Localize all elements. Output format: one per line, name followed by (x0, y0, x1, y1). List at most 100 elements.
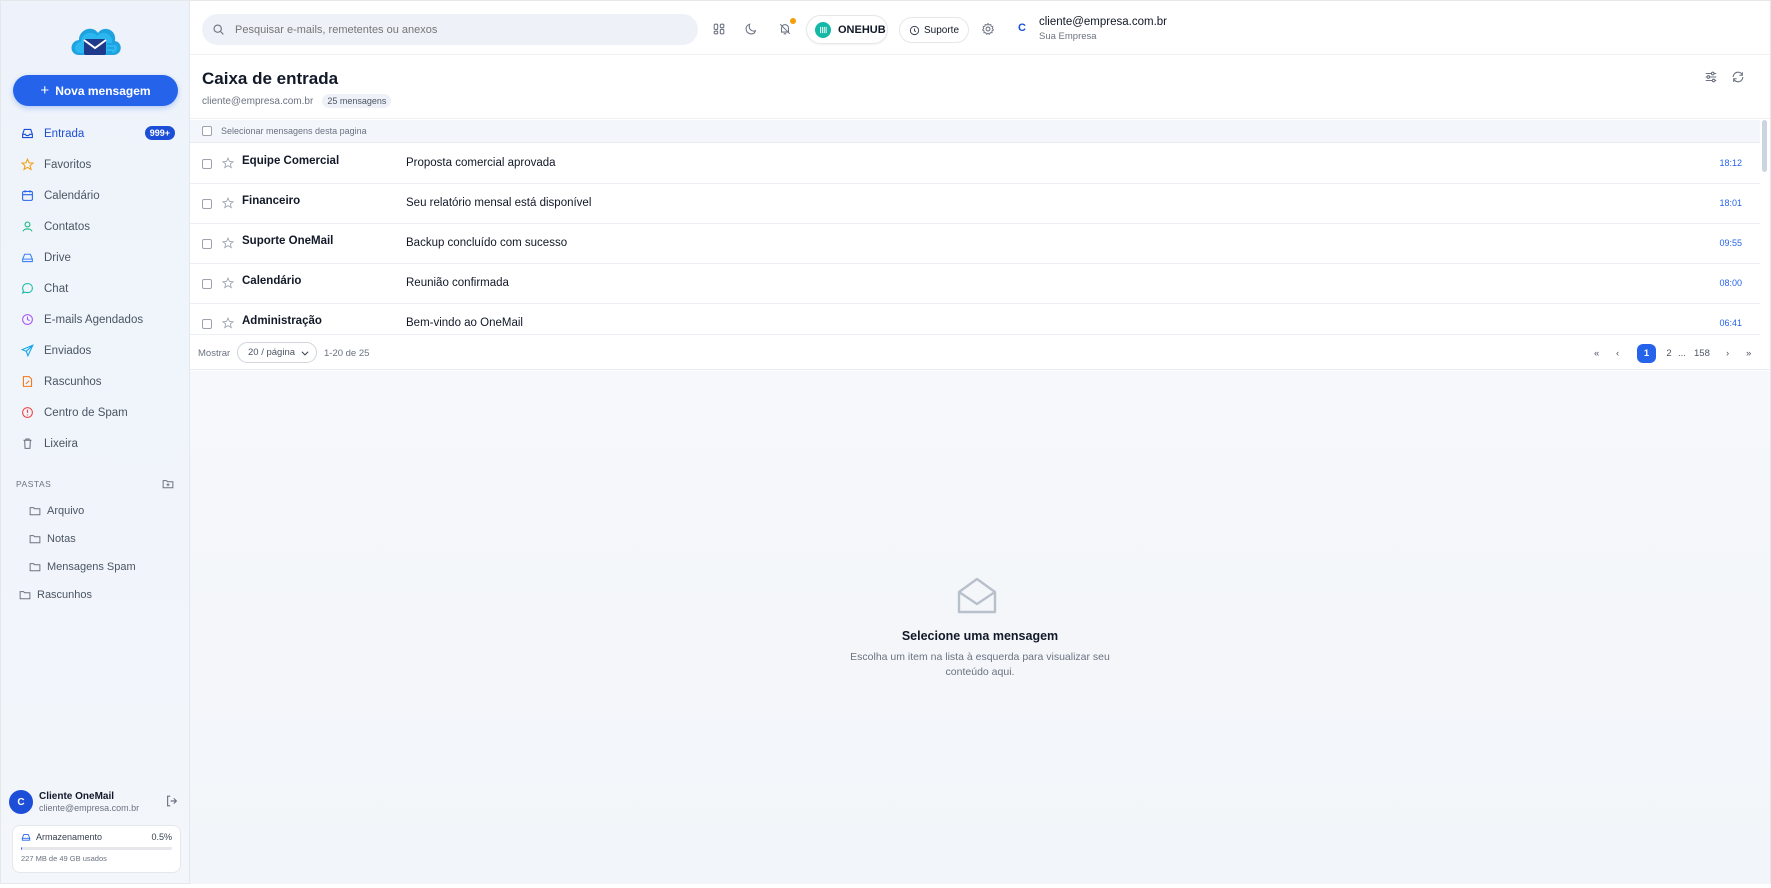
support-button[interactable]: Suporte (899, 17, 969, 43)
folder-archive[interactable]: Arquivo (29, 501, 84, 521)
account-initial[interactable]: C (1018, 22, 1026, 34)
row-checkbox[interactable] (202, 159, 212, 169)
sidebar-item-favorites[interactable]: Favoritos (11, 149, 181, 180)
sidebar-item-inbox[interactable]: Entrada 999+ (11, 118, 181, 149)
message-sender: Financeiro (242, 195, 301, 207)
onemail-logo-icon (71, 28, 121, 55)
alert-icon (20, 406, 34, 420)
folder-notes[interactable]: Notas (29, 529, 76, 549)
search-input[interactable] (235, 23, 675, 36)
page-158-button[interactable]: 158 (1694, 344, 1710, 363)
chat-icon (20, 282, 34, 296)
support-label: Suporte (923, 24, 960, 36)
dark-mode-icon[interactable] (743, 21, 759, 37)
folders-heading-label: PASTAS (16, 479, 52, 489)
sidebar-item-spam-center[interactable]: Centro de Spam (11, 397, 181, 428)
notifications-off-icon[interactable] (777, 18, 796, 37)
select-all-bar[interactable]: Selecionar mensagens desta pagina (190, 120, 1760, 143)
send-icon (20, 344, 34, 358)
sidebar-item-scheduled[interactable]: E-mails Agendados (11, 304, 181, 335)
table-row[interactable]: Financeiro Seu relatório mensal está dis… (190, 184, 1760, 224)
storage-label: Armazenamento (36, 832, 103, 842)
page-range: 1-20 de 25 (324, 348, 370, 359)
row-checkbox[interactable] (202, 199, 212, 209)
add-folder-icon[interactable] (162, 478, 174, 490)
star-icon[interactable] (222, 317, 234, 329)
sidebar-item-sent[interactable]: Enviados (11, 335, 181, 366)
storage-icon (21, 834, 31, 841)
app-window: + Nova mensagem Entrada 999+ Favoritos C… (0, 0, 1771, 888)
folder-drafts[interactable]: Rascunhos (19, 585, 92, 605)
message-sender: Calendário (242, 275, 302, 287)
show-label: Mostrar (198, 348, 231, 359)
open-envelope-icon (957, 577, 997, 614)
table-row[interactable]: Suporte OneMail Backup concluído com suc… (190, 224, 1760, 264)
compose-label: Nova mensagem (55, 83, 151, 98)
topbar: ONEHUB Suporte C cliente@empresa.com.br … (190, 1, 1770, 55)
table-row[interactable]: Equipe Comercial Proposta comercial apro… (190, 144, 1760, 184)
compose-button[interactable]: + Nova mensagem (13, 75, 178, 106)
table-row[interactable]: Calendário Reunião confirmada 08:00 (190, 264, 1760, 304)
star-icon[interactable] (222, 237, 234, 249)
page-2-button[interactable]: 2 (1664, 344, 1674, 363)
last-page-button[interactable]: » (1746, 344, 1751, 363)
drive-icon (20, 251, 34, 265)
message-sender: Equipe Comercial (242, 155, 340, 167)
sidebar-item-contacts[interactable]: Contatos (11, 211, 181, 242)
message-list: Equipe Comercial Proposta comercial apro… (190, 144, 1760, 335)
first-page-button[interactable]: « (1594, 344, 1599, 363)
message-time: 08:00 (1719, 278, 1742, 288)
row-checkbox[interactable] (202, 319, 212, 329)
folder-spam-messages[interactable]: Mensagens Spam (29, 557, 136, 577)
search-box[interactable] (202, 14, 698, 45)
plus-icon: + (40, 82, 50, 99)
inbox-subtitle: cliente@empresa.com.br 25 mensagens (202, 94, 392, 108)
sidebar-item-label: Centro de Spam (44, 406, 128, 419)
folder-icon (29, 535, 41, 544)
refresh-icon[interactable] (1731, 70, 1745, 84)
table-row[interactable]: Administração Bem-vindo ao OneMail 06:41 (190, 304, 1760, 335)
avatar: C (9, 790, 33, 814)
storage-progress-bar (21, 847, 172, 850)
message-sender: Administração (242, 315, 322, 327)
row-checkbox[interactable] (202, 239, 212, 249)
page-1-button[interactable]: 1 (1637, 344, 1656, 363)
star-icon[interactable] (222, 197, 234, 209)
select-all-checkbox[interactable] (202, 126, 212, 136)
row-checkbox[interactable] (202, 279, 212, 289)
sidebar: + Nova mensagem Entrada 999+ Favoritos C… (1, 1, 190, 883)
prev-page-button[interactable]: ‹ (1616, 344, 1619, 363)
inbox-icon (20, 127, 34, 141)
folder-icon (19, 591, 31, 600)
star-icon[interactable] (222, 277, 234, 289)
per-page-select[interactable]: 20 / página (237, 342, 317, 363)
logout-icon[interactable] (165, 794, 179, 808)
user-icon (20, 220, 34, 234)
apps-icon[interactable] (711, 21, 727, 37)
folder-label: Rascunhos (37, 589, 93, 601)
pagination-bar: Mostrar 20 / página 1-20 de 25 « ‹ 1 2 .… (190, 336, 1770, 370)
onehub-button[interactable]: ONEHUB (806, 15, 888, 44)
sidebar-item-label: Chat (44, 282, 69, 295)
next-page-button[interactable]: › (1726, 344, 1729, 363)
message-list-scrollbar[interactable] (1762, 120, 1767, 172)
search-icon (213, 24, 224, 35)
folder-icon (29, 563, 41, 572)
sidebar-item-label: Rascunhos (44, 375, 102, 388)
message-subject: Seu relatório mensal está disponível (406, 197, 592, 209)
star-icon[interactable] (222, 157, 234, 169)
sidebar-item-drive[interactable]: Drive (11, 242, 181, 273)
sidebar-item-trash[interactable]: Lixeira (11, 428, 181, 459)
account-email[interactable]: cliente@empresa.com.br (1039, 16, 1167, 28)
sidebar-item-label: Enviados (44, 344, 92, 357)
settings-icon[interactable] (980, 21, 996, 37)
filter-icon[interactable] (1704, 70, 1718, 84)
clock-icon (20, 313, 34, 327)
pagination-ellipsis: ... (1678, 348, 1686, 359)
sidebar-item-calendar[interactable]: Calendário (11, 180, 181, 211)
sidebar-item-chat[interactable]: Chat (11, 273, 181, 304)
account-organization: Sua Empresa (1039, 31, 1097, 42)
main-nav: Entrada 999+ Favoritos Calendário Contat… (11, 118, 181, 459)
sidebar-item-drafts[interactable]: Rascunhos (11, 366, 181, 397)
inbox-email: cliente@empresa.com.br (202, 95, 314, 107)
